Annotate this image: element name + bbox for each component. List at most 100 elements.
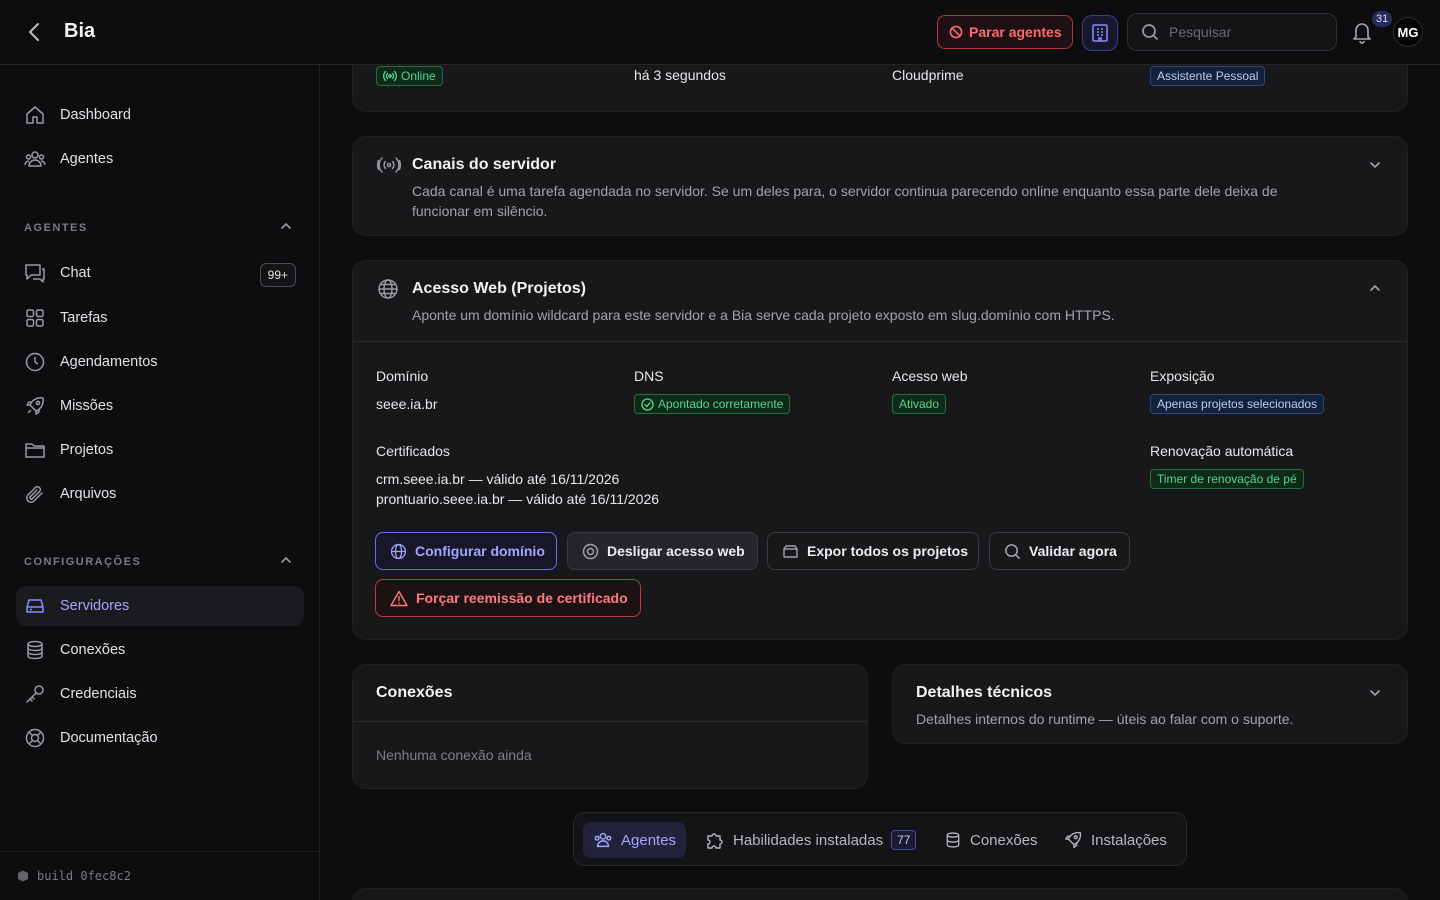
sidebar-item-label: Conexões — [60, 642, 126, 658]
puzzle-icon — [705, 830, 725, 850]
tab-agentes[interactable]: Agentes — [583, 822, 687, 858]
stop-circle-icon — [582, 543, 599, 560]
sidebar-item-conexoes[interactable]: Conexões — [16, 630, 304, 670]
disable-web-access-button[interactable]: Desligar acesso web — [567, 532, 758, 570]
agents-section-label: AGENTES — [24, 222, 88, 234]
configure-domain-button[interactable]: Configurar domínio — [375, 532, 557, 570]
chevron-up-icon[interactable] — [279, 219, 293, 233]
stop-agents-button[interactable]: Parar agentes — [937, 15, 1073, 49]
users-icon — [24, 148, 46, 170]
connections-title: Conexões — [376, 684, 453, 701]
sidebar-item-agentes[interactable]: Agentes — [16, 139, 304, 179]
certificate-item: crm.seee.ia.br — válido até 16/11/2026 — [376, 471, 620, 487]
check-circle-icon — [641, 397, 654, 411]
sidebar-item-label: Agentes — [60, 151, 114, 167]
tab-label: Agentes — [621, 831, 677, 849]
grid-icon — [24, 307, 46, 329]
config-section-label: CONFIGURAÇÕES — [24, 556, 142, 568]
dns-label: DNS — [634, 368, 664, 384]
tab-habilidades-instaladas[interactable]: Habilidades instaladas 77 — [695, 822, 926, 858]
sidebar-item-missoes[interactable]: Missões — [16, 386, 304, 426]
domain-label: Domínio — [376, 368, 429, 384]
web-access-title: Acesso Web (Projetos) — [412, 280, 586, 297]
dns-status-label: Apontado corretamente — [658, 397, 784, 411]
chat-icon — [24, 262, 46, 284]
dns-status-badge: Apontado corretamente — [634, 394, 791, 414]
rocket-icon — [24, 395, 46, 417]
web-access-card: Acesso Web (Projetos) Aponte um domínio … — [352, 260, 1408, 640]
sidebar-item-label: Servidores — [60, 598, 130, 614]
web-access-status-badge: Ativado — [892, 394, 947, 414]
sidebar-item-projetos[interactable]: Projetos — [16, 430, 304, 470]
box-icon — [782, 543, 799, 560]
sidebar-item-credenciais[interactable]: Credenciais — [16, 674, 304, 714]
cube-icon — [17, 870, 29, 882]
tab-label: Instalações — [1091, 831, 1167, 849]
warning-icon — [390, 590, 408, 607]
expose-all-projects-button[interactable]: Expor todos os projetos — [767, 532, 979, 570]
build-label: build 0fec8c2 — [37, 869, 131, 883]
chevron-down-icon[interactable] — [1368, 686, 1382, 700]
auto-renew-badge: Timer de renovação de pé — [1150, 469, 1304, 489]
channels-title: Canais do servidor — [412, 156, 557, 173]
sidebar-item-arquivos[interactable]: Arquivos — [16, 474, 304, 514]
connections-card: Conexões Nenhuma conexão ainda — [352, 664, 868, 789]
building-icon — [1090, 23, 1110, 43]
certificate-item: prontuario.seee.ia.br — válido até 16/11… — [376, 491, 660, 507]
organization-button[interactable] — [1082, 15, 1118, 51]
tab-instalacoes[interactable]: Instalações — [1053, 822, 1177, 858]
clock-icon — [24, 351, 46, 373]
web-access-description: Aponte um domínio wildcard para este ser… — [412, 307, 1115, 323]
broadcast-icon — [377, 155, 401, 175]
chevron-down-icon[interactable] — [1368, 158, 1382, 172]
sidebar-item-label: Agendamentos — [60, 354, 158, 370]
paperclip-icon — [24, 483, 46, 505]
database-icon — [944, 831, 962, 849]
chevron-up-icon[interactable] — [279, 553, 293, 567]
sidebar-item-label: Credenciais — [60, 686, 137, 702]
sidebar-item-label: Arquivos — [60, 486, 117, 502]
sidebar-item-label: Documentação — [60, 730, 158, 746]
sidebar-item-servidores[interactable]: Servidores — [16, 586, 304, 626]
folder-icon — [24, 439, 46, 461]
search-box[interactable] — [1127, 13, 1337, 51]
sidebar-item-documentacao[interactable]: Documentação — [16, 718, 304, 758]
tab-label: Habilidades instaladas — [733, 831, 884, 849]
validate-now-label: Validar agora — [1029, 543, 1117, 559]
server-channels-card[interactable]: Canais do servidor Cada canal é uma tare… — [352, 136, 1408, 236]
sidebar-item-label: Missões — [60, 398, 114, 414]
app-title: Bia — [64, 20, 96, 42]
sidebar-item-label: Dashboard — [60, 107, 131, 123]
globe-icon — [377, 278, 399, 300]
sidebar-item-chat[interactable]: Chat 99+ — [16, 253, 304, 293]
sidebar-item-agendamentos[interactable]: Agendamentos — [16, 342, 304, 382]
tab-conexoes[interactable]: Conexões — [934, 822, 1048, 858]
search-input[interactable] — [1169, 24, 1319, 40]
exposure-badge: Apenas projetos selecionados — [1150, 394, 1325, 414]
force-reissue-certificate-button[interactable]: Forçar reemissão de certificado — [375, 579, 641, 617]
next-card-edge — [352, 888, 1408, 900]
channels-description: Cada canal é uma tarefa agendada no serv… — [412, 183, 1278, 219]
avatar[interactable]: MG — [1393, 17, 1423, 47]
key-icon — [24, 683, 46, 705]
sidebar-item-label: Chat — [60, 265, 91, 281]
top-bar: Bia Parar agentes 31 MG — [0, 0, 1440, 65]
chevron-up-icon[interactable] — [1368, 281, 1382, 295]
users-icon — [593, 830, 613, 850]
validate-now-button[interactable]: Validar agora — [989, 532, 1130, 570]
notifications-bell-icon[interactable] — [1351, 20, 1373, 44]
provider: Cloudprime — [892, 67, 964, 83]
exposure-label: Exposição — [1150, 368, 1215, 384]
ban-icon — [949, 25, 963, 39]
expose-all-projects-label: Expor todos os projetos — [807, 543, 969, 559]
technical-details-card[interactable]: Detalhes técnicos Detalhes internos do r… — [892, 664, 1408, 744]
configure-domain-label: Configurar domínio — [415, 543, 545, 559]
database-icon — [24, 639, 46, 661]
back-icon[interactable] — [24, 20, 46, 44]
sidebar-item-tarefas[interactable]: Tarefas — [16, 298, 304, 338]
home-icon — [24, 104, 46, 126]
technical-details-title: Detalhes técnicos — [916, 684, 1053, 701]
tab-label: Conexões — [970, 831, 1038, 849]
certificates-label: Certificados — [376, 443, 450, 459]
sidebar-item-dashboard[interactable]: Dashboard — [16, 95, 304, 135]
